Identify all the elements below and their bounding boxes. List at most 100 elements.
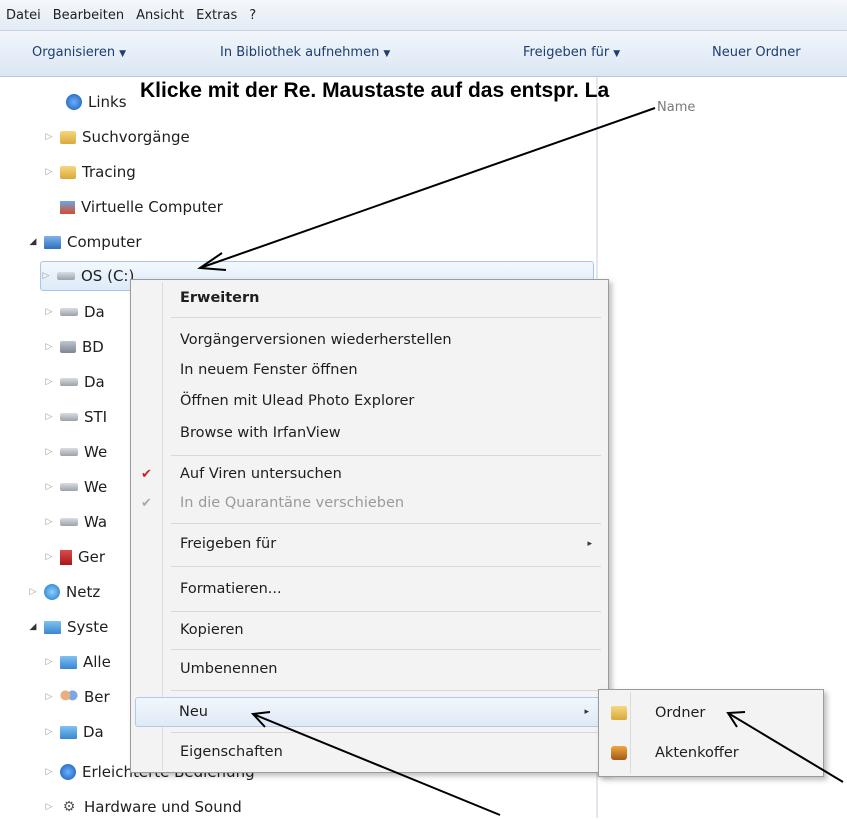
tree-item-device[interactable]: ▷ Ger (44, 543, 106, 571)
tree-item-label: Links (88, 93, 127, 111)
menu-item-ordner[interactable]: Ordner (601, 696, 819, 730)
menu-extras[interactable]: Extras (190, 8, 243, 23)
tree-item-label: Suchvorgänge (82, 128, 190, 146)
tree-item-label: Wa (84, 513, 108, 531)
submenu-arrow-icon: ▸ (587, 539, 592, 549)
tree-item-drive[interactable]: ▷ Da (44, 298, 105, 326)
tree-item-label: Netz (66, 583, 101, 601)
expand-arrow-icon[interactable]: ▷ (44, 377, 54, 387)
menu-item-erweitern[interactable]: Erweitern (133, 284, 606, 312)
tree-item-label: Da (84, 373, 105, 391)
hardware-sound-icon: ⚙ (62, 799, 76, 815)
expand-arrow-icon[interactable]: ▷ (41, 271, 51, 281)
menu-separator (171, 732, 601, 733)
menu-datei[interactable]: Datei (0, 8, 47, 23)
expand-arrow-icon[interactable]: ▷ (44, 767, 54, 777)
tree-item-label: Da (84, 303, 105, 321)
new-folder-button[interactable]: Neuer Ordner (712, 45, 801, 60)
expand-arrow-icon[interactable]: ▷ (44, 447, 54, 457)
expand-arrow-icon[interactable]: ▷ (44, 552, 54, 562)
expand-arrow-icon[interactable]: ▷ (44, 657, 54, 667)
control-panel-icon (60, 655, 77, 669)
menu-item-label: Formatieren... (180, 581, 282, 597)
tree-item-network-drive[interactable]: ▷ We (44, 473, 108, 501)
expand-arrow-icon[interactable]: ▷ (44, 482, 54, 492)
tree-item-label: We (84, 443, 108, 461)
expand-arrow-icon[interactable]: ▷ (44, 517, 54, 527)
menu-item-label: Browse with IrfanView (180, 425, 341, 441)
tree-item-bd-drive[interactable]: ▷ BD (44, 333, 104, 361)
tree-item-virtuelle-computer[interactable]: Virtuelle Computer (44, 193, 223, 221)
optical-drive-icon (60, 341, 76, 353)
collapse-arrow-icon[interactable]: ◢ (28, 622, 38, 632)
share-with-button[interactable]: Freigeben für ▼ (523, 45, 620, 60)
tree-item-links[interactable]: Links (50, 88, 127, 116)
command-bar: Organisieren ▼ In Bibliothek aufnehmen ▼ F… (0, 31, 847, 77)
tree-item-label: Hardware und Sound (84, 798, 242, 816)
menu-separator (171, 690, 601, 691)
expand-arrow-icon[interactable]: ▷ (44, 727, 54, 737)
expand-arrow-icon[interactable]: ▷ (44, 132, 54, 142)
tree-item-systemsteuerung[interactable]: ◢ Syste (28, 613, 109, 641)
drive-icon (60, 518, 78, 526)
menu-item-eigenschaften[interactable]: Eigenschaften (133, 738, 606, 766)
menu-item-aktenkoffer[interactable]: Aktenkoffer (601, 736, 819, 770)
menu-separator (171, 611, 601, 612)
menu-item-quarantaene: ✔ In die Quarantäne verschieben (133, 489, 606, 517)
menu-item-kopieren[interactable]: Kopieren (133, 616, 606, 644)
expand-arrow-icon[interactable]: ▷ (44, 692, 54, 702)
menu-separator (171, 317, 601, 318)
tree-item-network-drive[interactable]: ▷ We (44, 438, 108, 466)
drive-icon (60, 378, 78, 386)
menu-item-neu[interactable]: Neu ▸ (135, 697, 604, 727)
tree-item-suchvorgaenge[interactable]: ▷ Suchvorgänge (44, 123, 190, 151)
organize-button[interactable]: Organisieren ▼ (32, 45, 126, 60)
menu-separator (171, 649, 601, 650)
tree-item-tracing[interactable]: ▷ Tracing (44, 158, 136, 186)
folder-icon (60, 165, 76, 179)
menu-item-ulead-photo-explorer[interactable]: Öffnen mit Ulead Photo Explorer (133, 387, 606, 415)
menu-ansicht[interactable]: Ansicht (130, 8, 190, 23)
menu-item-label: Öffnen mit Ulead Photo Explorer (180, 393, 415, 409)
chevron-down-icon: ▼ (383, 49, 391, 59)
name-column-header[interactable]: Name (657, 100, 695, 115)
menu-item-freigeben-fuer[interactable]: Freigeben für ▸ (133, 530, 606, 558)
add-to-library-button[interactable]: In Bibliothek aufnehmen ▼ (220, 45, 390, 60)
menu-item-label: Vorgängerversionen wiederherstellen (180, 332, 452, 348)
menu-item-neues-fenster[interactable]: In neuem Fenster öffnen (133, 356, 606, 384)
menu-item-label: Aktenkoffer (655, 745, 739, 761)
tree-item-hardware-und-sound[interactable]: ▷ ⚙ Hardware und Sound (44, 793, 242, 821)
menu-separator (171, 523, 601, 524)
expand-arrow-icon[interactable]: ▷ (44, 412, 54, 422)
menu-item-irfanview[interactable]: Browse with IrfanView (133, 419, 606, 447)
expand-arrow-icon[interactable]: ▷ (44, 342, 54, 352)
menu-item-vorgaengerversionen[interactable]: Vorgängerversionen wiederherstellen (133, 326, 606, 354)
menu-item-label: In neuem Fenster öffnen (180, 362, 358, 378)
chevron-down-icon: ▼ (119, 49, 127, 59)
menu-item-umbenennen[interactable]: Umbenennen (133, 655, 606, 683)
menu-bearbeiten[interactable]: Bearbeiten (47, 8, 130, 23)
tree-item-computer[interactable]: ◢ Computer (28, 228, 142, 256)
add-to-library-label: In Bibliothek aufnehmen (220, 45, 380, 60)
tree-item-netzwerk[interactable]: ▷ Netz (28, 578, 101, 606)
tree-item-usb-drive[interactable]: ▷ STI (44, 403, 108, 431)
tree-item-drive[interactable]: ▷ Da (44, 368, 105, 396)
menu-item-viren-untersuchen[interactable]: ✔ Auf Viren untersuchen (133, 460, 606, 488)
expand-arrow-icon[interactable]: ▷ (28, 587, 38, 597)
tree-item-label: BD (82, 338, 104, 356)
tree-item-drive[interactable]: ▷ Wa (44, 508, 108, 536)
collapse-arrow-icon[interactable]: ◢ (28, 237, 38, 247)
network-icon (44, 584, 60, 600)
tree-item-datum-uhrzeit[interactable]: ▷ Da (44, 718, 104, 746)
expand-arrow-icon[interactable]: ▷ (44, 802, 54, 812)
tree-item-alle-elemente[interactable]: ▷ Alle (44, 648, 111, 676)
tree-item-benutzerkonten[interactable]: ▷ Ber (44, 683, 110, 711)
expand-arrow-icon[interactable]: ▷ (44, 167, 54, 177)
menu-help[interactable]: ? (243, 8, 262, 23)
usb-drive-icon (60, 413, 78, 421)
menu-item-label: Erweitern (180, 290, 260, 306)
tree-item-label: Computer (67, 233, 142, 251)
expand-arrow-icon[interactable]: ▷ (44, 307, 54, 317)
tree-item-label: Da (83, 723, 104, 741)
menu-item-formatieren[interactable]: Formatieren... (133, 575, 606, 603)
